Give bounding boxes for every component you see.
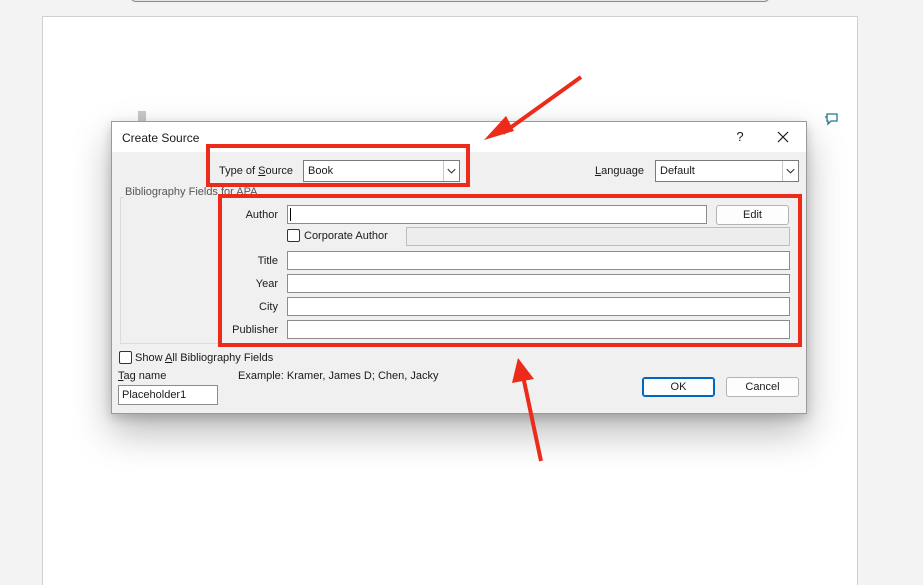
arrow-to-fields xyxy=(512,358,543,462)
arrow-to-type-of-source xyxy=(484,75,583,140)
annotation-arrows xyxy=(484,75,583,462)
